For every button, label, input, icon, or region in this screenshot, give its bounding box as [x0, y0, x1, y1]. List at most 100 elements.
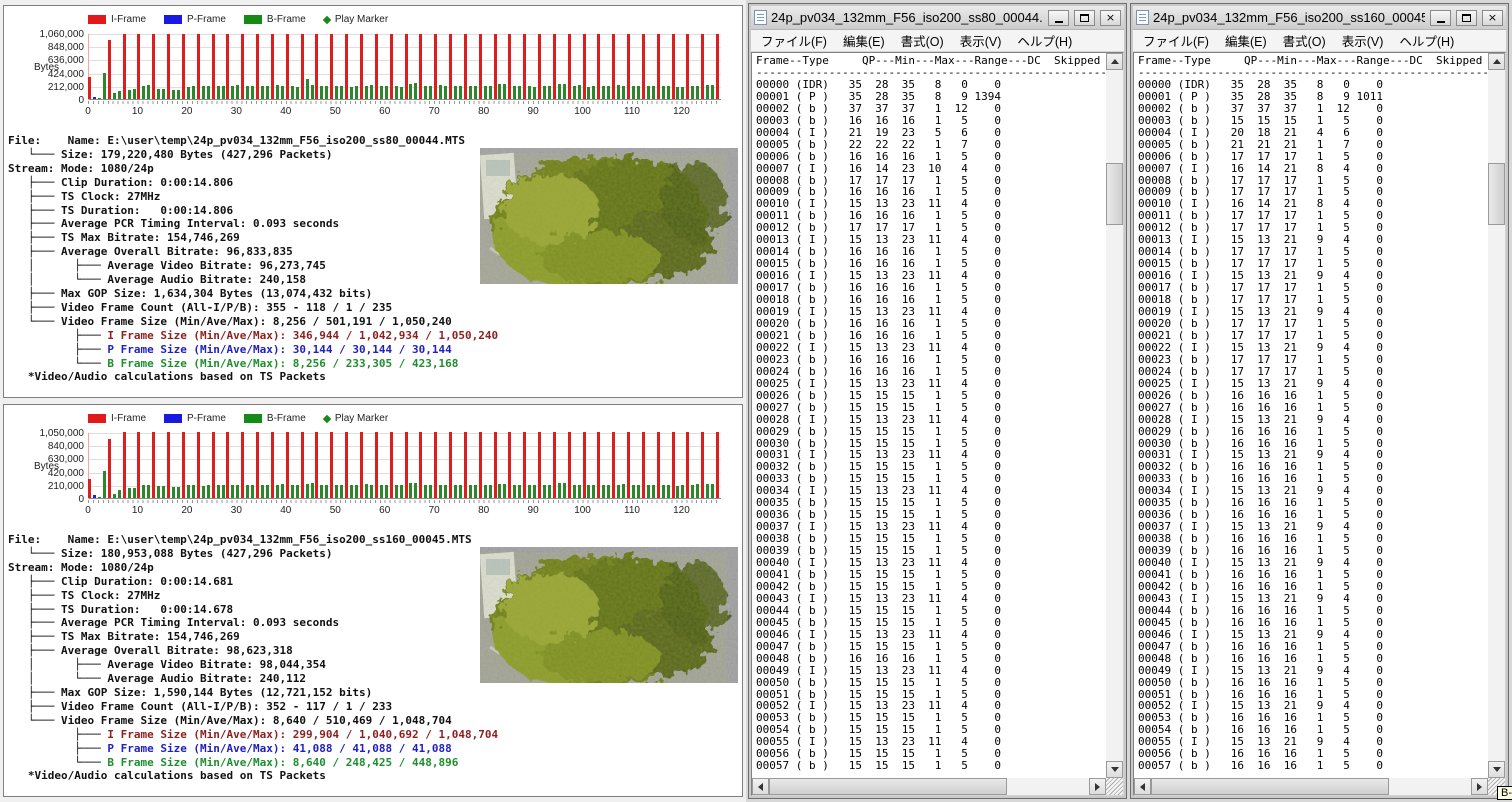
- frame-bar-I: [88, 479, 91, 498]
- frame-bar-I: [463, 432, 467, 498]
- frame-bar-I: [434, 432, 438, 498]
- frame-bar-b: [340, 484, 344, 498]
- y-tick-label: 630,000: [47, 454, 84, 466]
- frame-bar-I: [285, 432, 289, 498]
- scroll-right-button[interactable]: [1471, 778, 1488, 795]
- close-button[interactable]: ×: [1100, 9, 1121, 26]
- frame-bar-b: [310, 483, 314, 498]
- frame-bar-b: [142, 484, 146, 498]
- menu-item-edit[interactable]: 編集(E): [835, 29, 893, 52]
- horizontal-scroll-thumb[interactable]: [769, 778, 1007, 795]
- maximize-button[interactable]: [1074, 9, 1095, 26]
- tree-photo: [479, 547, 738, 689]
- scroll-left-button[interactable]: [752, 778, 769, 795]
- vertical-scrollbar[interactable]: [1106, 53, 1123, 778]
- frame-bar-b: [661, 484, 665, 498]
- horizontal-scrollbar[interactable]: [1134, 778, 1488, 795]
- horizontal-scrollbar[interactable]: [752, 778, 1106, 795]
- frame-bar-I: [181, 33, 185, 99]
- frame-row: 00048 ( b ) 16 16 16 1 5 0: [1138, 651, 1384, 665]
- frame-row: 00028 ( I ) 15 13 23 11 4 0: [756, 412, 1002, 426]
- frame-row: 00028 ( I ) 15 13 21 9 4 0: [1138, 412, 1384, 426]
- frame-bar-I: [359, 432, 363, 498]
- frame-bar-b: [429, 484, 433, 498]
- frame-bar-b: [132, 89, 136, 99]
- frame-bar-b: [379, 484, 383, 498]
- frame-bar-b: [503, 84, 507, 99]
- frame-bar-I: [270, 33, 274, 99]
- menu-item-view[interactable]: 表示(V): [952, 29, 1010, 52]
- frame-bar-I: [122, 432, 126, 498]
- legend-item: B-Frame: [243, 413, 306, 424]
- scroll-right-button[interactable]: [1089, 778, 1106, 795]
- frame-bar-I: [122, 33, 126, 99]
- resize-grip[interactable]: [1106, 778, 1123, 795]
- horizontal-scroll-thumb[interactable]: [1151, 778, 1389, 795]
- b-frame-swatch: [243, 15, 262, 24]
- frame-bar-b: [191, 86, 195, 99]
- frame-bar-b: [592, 484, 596, 498]
- legend-item: Play Marker: [322, 14, 388, 25]
- notepad-icon: [754, 10, 767, 25]
- maximize-button[interactable]: [1456, 9, 1477, 26]
- vertical-scroll-thumb[interactable]: [1488, 163, 1505, 225]
- menu-item-edit[interactable]: 編集(E): [1217, 29, 1275, 52]
- menu-item-file[interactable]: ファイル(F): [1135, 29, 1217, 52]
- frame-row: 00005 ( b ) 21 21 21 1 7 0: [1138, 137, 1384, 151]
- frame-bar-b: [439, 85, 443, 99]
- frame-row: 00044 ( b ) 16 16 16 1 5 0: [1138, 603, 1384, 617]
- frame-bar-b: [676, 86, 680, 99]
- document-text[interactable]: Frame--Type QP---Min---Max---Range---DC …: [1134, 53, 1488, 778]
- frame-bar-I: [508, 432, 512, 498]
- frame-bar-b: [206, 485, 210, 498]
- frame-bar-b: [622, 484, 626, 498]
- scroll-up-button[interactable]: [1488, 53, 1505, 70]
- frame-row: 00029 ( b ) 16 16 16 1 5 0: [1138, 424, 1384, 438]
- x-tick-label: 120: [673, 505, 690, 516]
- frame-bar-b: [186, 86, 190, 99]
- frame-bar-b: [191, 485, 195, 498]
- menu-item-format[interactable]: 書式(O): [893, 29, 952, 52]
- menu-item-help[interactable]: ヘルプ(H): [1009, 29, 1080, 52]
- frame-bar-b: [557, 482, 561, 498]
- minimize-button[interactable]: [1048, 9, 1069, 26]
- frame-bar-I: [167, 432, 171, 498]
- vertical-scrollbar[interactable]: [1488, 53, 1505, 778]
- frame-row: 00027 ( b ) 16 16 16 1 5 0: [1138, 400, 1384, 414]
- vertical-scroll-thumb[interactable]: [1106, 163, 1123, 225]
- minimize-button[interactable]: [1430, 9, 1451, 26]
- menu-item-help[interactable]: ヘルプ(H): [1391, 29, 1462, 52]
- frame-bar-I: [701, 432, 705, 498]
- close-button[interactable]: ×: [1482, 9, 1503, 26]
- frame-bar-b: [261, 85, 265, 99]
- frame-bar-b: [651, 484, 655, 498]
- title-bar[interactable]: 24p_pv034_132mm_F56_iso200_ss80_00044.l.…: [751, 6, 1124, 30]
- frame-bar-I: [671, 33, 675, 99]
- menu-item-format[interactable]: 書式(O): [1275, 29, 1334, 52]
- frame-bar-I: [597, 432, 601, 498]
- y-axis-labels: 1,050,000 840,000 630,000 420,000 210,000 0: [4, 428, 85, 505]
- x-tick-label: 80: [478, 505, 490, 516]
- x-tick-label: 90: [527, 505, 539, 516]
- scroll-left-button[interactable]: [1134, 778, 1151, 795]
- menu-item-view[interactable]: 表示(V): [1334, 29, 1392, 52]
- frame-bar-b: [216, 484, 220, 498]
- frame-bar-b: [384, 85, 388, 99]
- x-axis-labels: 0 10 20 30 40 50 60 70 80 90 100 110 120: [85, 505, 728, 517]
- frame-row: 00004 ( I ) 20 18 21 4 6 0: [1138, 125, 1384, 139]
- frame-bar-b: [310, 84, 314, 99]
- frame-bar-b: [97, 98, 101, 99]
- frame-bar-I: [656, 432, 660, 498]
- frame-bar-b: [414, 482, 418, 498]
- title-bar[interactable]: 24p_pv034_132mm_F56_iso200_ss160_00045..…: [1133, 6, 1506, 30]
- document-text[interactable]: Frame--Type QP---Min---Max---Range---DC …: [752, 53, 1106, 778]
- frame-bar-b: [453, 85, 457, 99]
- scroll-up-button[interactable]: [1106, 53, 1123, 70]
- frame-bar-b: [275, 85, 279, 99]
- bitrate-chart: [88, 432, 721, 499]
- scroll-down-button[interactable]: [1488, 761, 1505, 778]
- frame-bar-b: [102, 470, 106, 498]
- legend-label: B-Frame: [266, 14, 306, 25]
- scroll-down-button[interactable]: [1106, 761, 1123, 778]
- menu-item-file[interactable]: ファイル(F): [753, 29, 835, 52]
